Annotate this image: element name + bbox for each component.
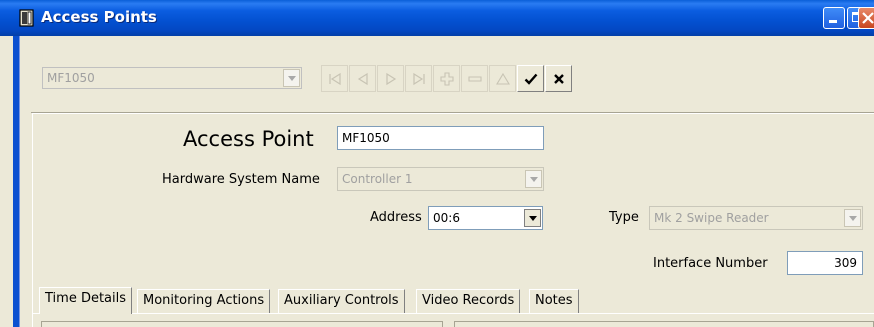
last-record-button[interactable]: [405, 65, 432, 92]
type-dropdown[interactable]: [844, 209, 861, 227]
record-selector-dropdown[interactable]: [283, 69, 300, 87]
window-frame-edge: [19, 36, 20, 327]
checkmark-icon: [524, 73, 538, 85]
tab-monitoring-actions[interactable]: Monitoring Actions: [137, 289, 271, 313]
last-record-icon: [413, 72, 425, 86]
door-icon: [19, 9, 34, 27]
access-point-value: MF1050: [342, 131, 390, 145]
tab-time-details[interactable]: Time Details: [39, 287, 133, 314]
access-point-label: Access Point: [183, 127, 314, 151]
first-record-button[interactable]: [321, 65, 348, 92]
chevron-down-icon: [529, 216, 537, 221]
window-title: Access Points: [41, 8, 157, 26]
time-details-left-pane: [41, 321, 443, 327]
edit-triangle-icon: [496, 72, 510, 85]
cross-icon: [554, 74, 564, 84]
chevron-down-icon: [288, 76, 296, 81]
next-record-button[interactable]: [377, 65, 404, 92]
previous-record-icon: [357, 72, 368, 86]
chevron-down-icon: [849, 216, 857, 221]
tab-video-records[interactable]: Video Records: [416, 289, 521, 313]
record-selector-value: MF1050: [47, 71, 95, 85]
type-label: Type: [609, 210, 639, 225]
chevron-down-icon: [530, 177, 538, 182]
type-select[interactable]: Mk 2 Swipe Reader: [649, 206, 863, 230]
address-dropdown[interactable]: [524, 209, 541, 227]
close-button[interactable]: [858, 7, 874, 29]
access-point-field[interactable]: MF1050: [337, 126, 544, 150]
next-record-icon: [386, 72, 397, 86]
interface-number-value: 309: [834, 256, 857, 270]
hardware-system-select[interactable]: Controller 1: [337, 167, 544, 191]
hardware-system-value: Controller 1: [342, 172, 413, 186]
hardware-system-dropdown[interactable]: [525, 170, 542, 188]
tab-strip-baseline: [33, 313, 874, 314]
time-details-right-pane: [454, 321, 874, 327]
add-record-button[interactable]: [433, 65, 460, 92]
address-label: Address: [370, 210, 422, 225]
minimize-icon: [829, 20, 837, 23]
address-value: 00:6: [433, 211, 460, 225]
record-selector[interactable]: MF1050: [42, 67, 302, 89]
hardware-system-label: Hardware System Name: [162, 172, 320, 187]
title-bar[interactable]: Access Points: [0, 0, 874, 36]
tab-notes[interactable]: Notes: [529, 289, 579, 313]
address-select[interactable]: 00:6: [428, 206, 543, 230]
interface-number-label: Interface Number: [653, 256, 768, 271]
plus-icon: [440, 72, 454, 86]
post-button[interactable]: [517, 65, 544, 92]
delete-record-button[interactable]: [461, 65, 488, 92]
edit-record-button[interactable]: [489, 65, 516, 92]
type-value: Mk 2 Swipe Reader: [654, 211, 769, 225]
tab-auxiliary-controls[interactable]: Auxiliary Controls: [278, 289, 405, 313]
cancel-button[interactable]: [545, 65, 572, 92]
interface-number-field[interactable]: 309: [787, 251, 863, 275]
minimize-button[interactable]: [823, 7, 845, 29]
minus-icon: [468, 76, 482, 82]
previous-record-button[interactable]: [349, 65, 376, 92]
first-record-icon: [329, 72, 341, 86]
close-icon: [862, 12, 874, 24]
